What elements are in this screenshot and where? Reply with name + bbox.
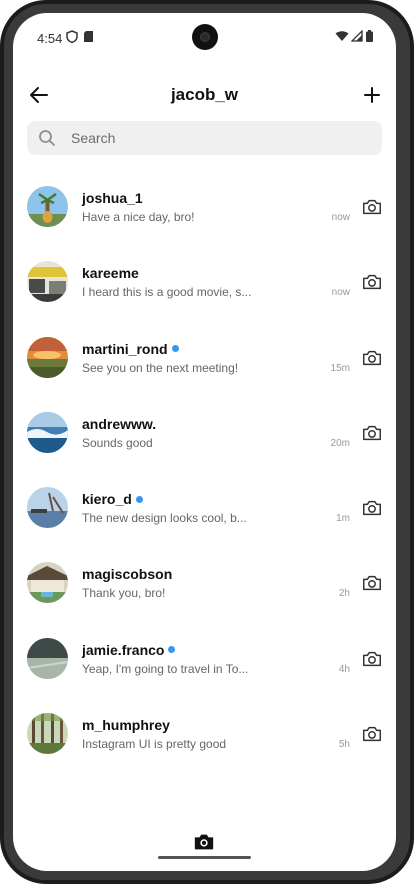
shield-icon	[66, 30, 78, 43]
conversation-row[interactable]: kareeme I heard this is a good movie, s.…	[13, 256, 396, 331]
avatar	[27, 411, 68, 453]
camera-icon[interactable]	[361, 648, 383, 670]
conversation-row[interactable]: jamie.franco Yeap, I'm going to travel i…	[13, 633, 396, 708]
message-time: 4h	[338, 663, 350, 675]
camera-icon[interactable]	[361, 723, 383, 745]
avatar	[27, 487, 68, 529]
plus-icon[interactable]	[360, 83, 384, 107]
username: joshua_1	[82, 190, 143, 206]
message-time: 15m	[330, 362, 350, 374]
message-preview: The new design looks cool, b...	[82, 511, 247, 526]
message-time: now	[331, 287, 350, 299]
username-text: andrewww.	[82, 415, 157, 432]
avatar	[27, 186, 68, 227]
message-preview: Yeap, I'm going to travel in To...	[82, 661, 249, 676]
wifi-icon	[335, 31, 349, 41]
camera-icon[interactable]	[361, 422, 383, 444]
sd-card-icon	[84, 31, 93, 42]
online-indicator	[135, 495, 143, 503]
message-preview: See you on the next meeting!	[82, 360, 239, 375]
conversation-row[interactable]: magiscobson Thank you, bro! 2h	[13, 557, 396, 632]
signal-icon	[351, 30, 363, 42]
message-preview: Thank you, bro!	[82, 586, 166, 601]
phone-frame: 4:54 jacob_w Search joshua_1 Have a nice…	[0, 0, 414, 884]
front-camera	[192, 24, 218, 50]
camera-icon[interactable]	[361, 347, 383, 369]
header: jacob_w	[13, 73, 396, 117]
message-preview: Have a nice day, bro!	[82, 210, 195, 224]
online-indicator	[168, 646, 176, 654]
search-bar[interactable]	[27, 121, 382, 155]
message-time: 20m	[330, 437, 350, 449]
conversation-row[interactable]: kiero_d The new design looks cool, b... …	[13, 482, 396, 557]
username-text: m_humphrey	[82, 717, 170, 734]
username: andrewww.	[82, 416, 156, 432]
camera-filled-icon[interactable]	[193, 831, 215, 853]
message-preview: I heard this is a good movie, s...	[82, 285, 252, 300]
message-time: now	[331, 212, 350, 223]
camera-icon[interactable]	[361, 572, 383, 594]
page-title: jacob_w	[170, 85, 239, 104]
battery-icon	[366, 30, 373, 42]
message-preview: Instagram UI is pretty good	[82, 737, 227, 752]
username-text: kareeme	[82, 265, 139, 282]
username: martini_rond	[82, 341, 179, 357]
conversation-row[interactable]: joshua_1 Have a nice day, bro! now	[13, 181, 396, 256]
status-time: 4:54	[37, 31, 63, 46]
username: kiero_d	[82, 491, 143, 507]
username: magiscobson	[82, 566, 172, 582]
camera-icon[interactable]	[361, 497, 383, 519]
home-indicator[interactable]	[158, 856, 251, 859]
conversation-list: joshua_1 Have a nice day, bro! now karee…	[13, 181, 396, 783]
online-indicator	[171, 345, 179, 353]
search-input[interactable]	[71, 121, 371, 155]
avatar	[27, 713, 68, 755]
avatar	[27, 261, 68, 303]
camera-icon[interactable]	[361, 196, 383, 218]
conversation-row[interactable]: martini_rond See you on the next meeting…	[13, 332, 396, 407]
conversation-row[interactable]: m_humphrey Instagram UI is pretty good 5…	[13, 708, 396, 783]
conversation-row[interactable]: andrewww. Sounds good 20m	[13, 407, 396, 482]
username: kareeme	[82, 265, 139, 281]
username-text: magiscobson	[82, 566, 173, 583]
username: m_humphrey	[82, 717, 170, 733]
search-icon	[39, 130, 55, 146]
status-bar: 4:54	[13, 13, 396, 61]
username: jamie.franco	[82, 641, 176, 658]
username-text: kiero_d	[82, 491, 132, 508]
message-time: 2h	[338, 588, 350, 600]
screen: 4:54 jacob_w Search joshua_1 Have a nice…	[13, 13, 396, 871]
message-preview: Sounds good	[82, 435, 153, 450]
camera-icon[interactable]	[361, 271, 383, 293]
avatar	[27, 562, 68, 604]
avatar	[27, 336, 68, 378]
username-text: martini_rond	[82, 340, 168, 357]
message-time: 5h	[338, 739, 350, 751]
username-text: joshua_1	[82, 190, 143, 206]
avatar	[27, 637, 68, 679]
username-text: jamie.franco	[82, 641, 165, 658]
message-time: 1m	[336, 513, 350, 525]
